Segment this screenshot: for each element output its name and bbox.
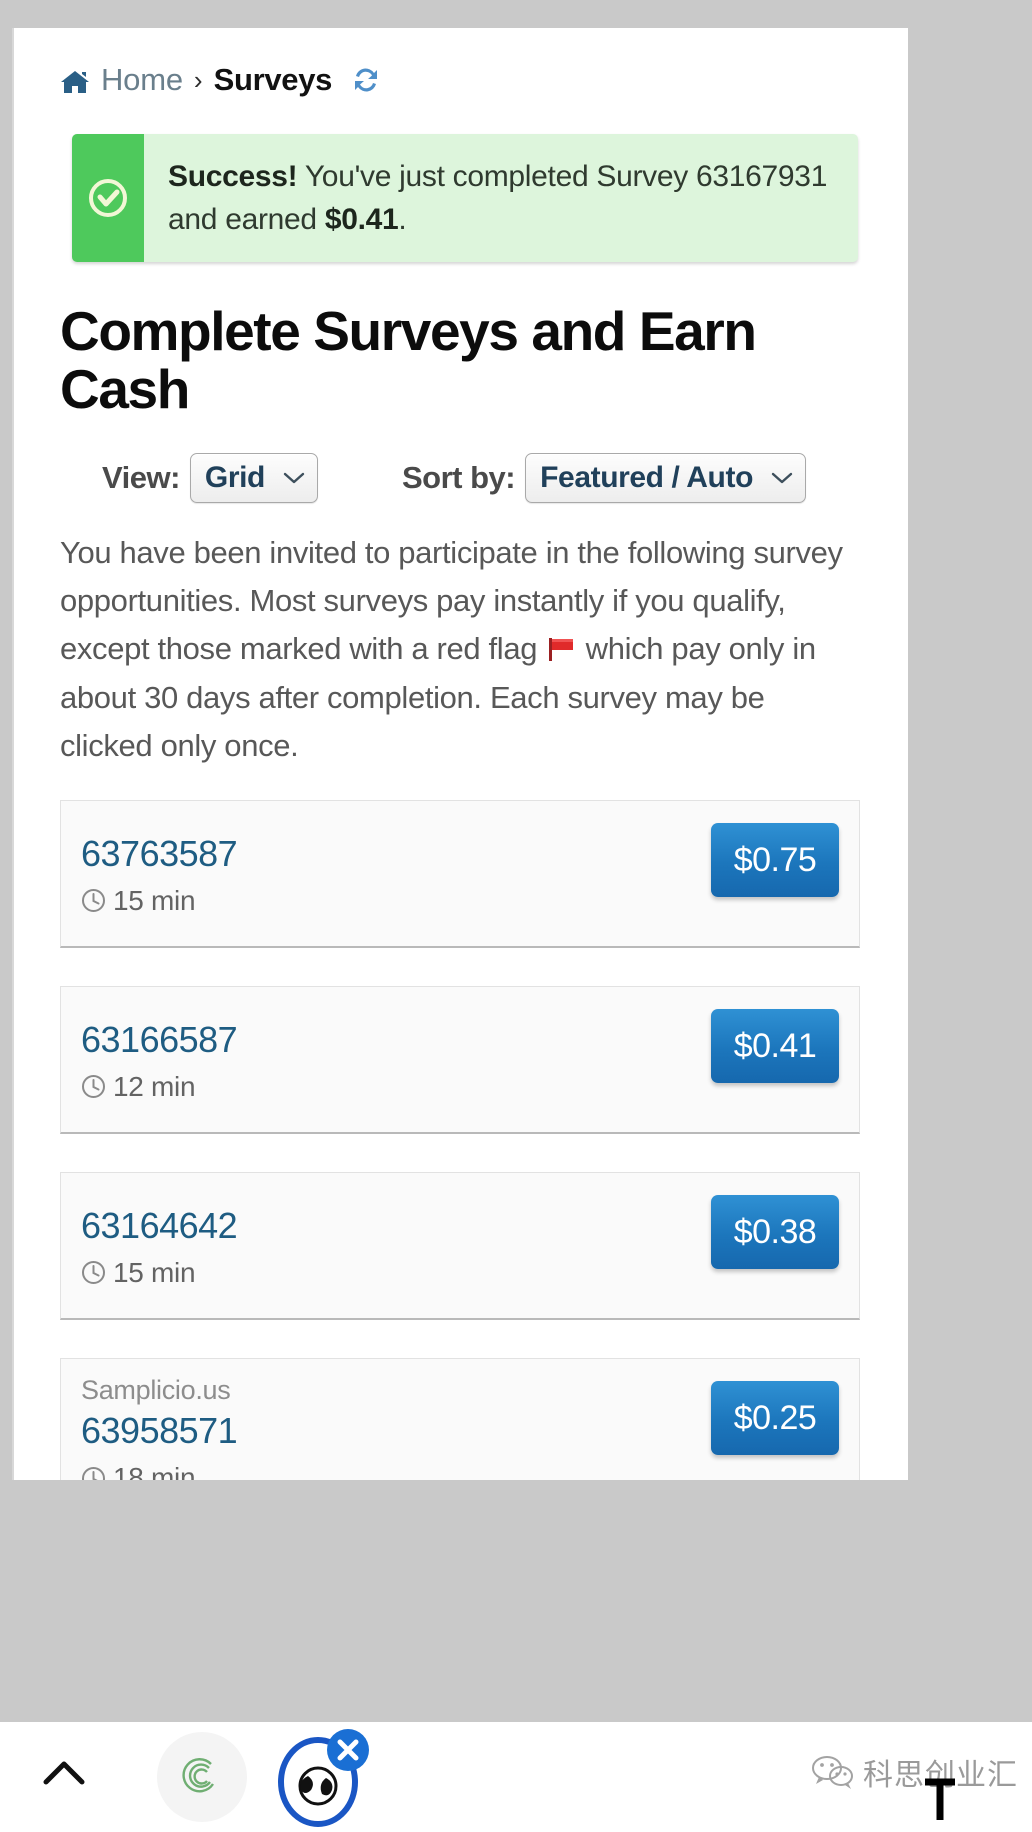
survey-card-action: $0.75 (711, 817, 839, 932)
survey-card-info: 63164642 15 min (79, 1189, 238, 1304)
survey-price-button[interactable]: $0.38 (711, 1195, 839, 1270)
survey-card[interactable]: 63164642 15 min $0.38 (60, 1172, 860, 1321)
left-chrome-strip (0, 0, 12, 1832)
breadcrumb-home-link[interactable]: Home (101, 62, 183, 98)
right-chrome-strip (908, 0, 1032, 1480)
survey-duration: 12 min (81, 1071, 237, 1103)
survey-card-action: $0.38 (711, 1189, 839, 1304)
chevron-down-icon (283, 471, 305, 485)
survey-duration-label: 15 min (113, 1256, 196, 1288)
sort-label: Sort by: (401, 459, 516, 495)
view-select-value: Grid (204, 460, 265, 494)
globe-icon[interactable] (268, 1724, 372, 1828)
screenshot-root: Home › Surveys Success! You've just comp… (0, 0, 1032, 1832)
survey-card-action: $0.41 (711, 1003, 839, 1118)
sort-select-value: Featured / Auto (540, 460, 754, 494)
top-chrome-strip (0, 0, 1032, 28)
survey-card[interactable]: Samplicio.us 63958571 18 min $0.25 (60, 1358, 860, 1480)
survey-duration: 18 min (81, 1462, 237, 1480)
refresh-icon[interactable] (351, 65, 381, 95)
clock-icon (81, 1260, 106, 1285)
survey-card-info: 63763587 15 min (79, 817, 238, 932)
chevron-up-icon[interactable] (42, 1756, 86, 1790)
page-content: Home › Surveys Success! You've just comp… (14, 28, 908, 1480)
sort-group: Sort by: Featured / Auto (401, 452, 807, 503)
survey-duration-label: 12 min (113, 1070, 196, 1102)
survey-duration: 15 min (81, 885, 237, 917)
survey-id[interactable]: 63958571 (81, 1410, 238, 1452)
alert-suffix: . (398, 203, 407, 237)
text-cursor-icon (921, 1774, 959, 1822)
survey-card[interactable]: 63166587 12 min $0.41 (60, 986, 860, 1135)
view-label: View: (102, 459, 180, 495)
survey-id[interactable]: 63763587 (81, 833, 238, 875)
survey-card-action: $0.25 (711, 1375, 839, 1480)
spiral-loading-icon[interactable] (157, 1732, 247, 1822)
survey-id[interactable]: 63166587 (81, 1019, 238, 1061)
survey-id[interactable]: 63164642 (81, 1205, 238, 1247)
watermark: 科思创业汇 (810, 1750, 1018, 1794)
wechat-icon (810, 1754, 854, 1790)
survey-price-button[interactable]: $0.75 (711, 823, 839, 898)
browser-viewport: Home › Surveys Success! You've just comp… (12, 28, 908, 1480)
list-controls: View: Grid Sort by: Featured / Auto (14, 452, 908, 503)
intro-paragraph: You have been invited to participate in … (60, 529, 860, 771)
survey-price-button[interactable]: $0.25 (711, 1381, 839, 1456)
survey-price-button[interactable]: $0.41 (711, 1009, 839, 1084)
red-flag-icon (546, 628, 576, 662)
view-select[interactable]: Grid (189, 452, 318, 503)
breadcrumb: Home › Surveys (14, 28, 908, 98)
clock-icon (81, 888, 106, 913)
clock-icon (81, 1074, 106, 1099)
survey-duration-label: 15 min (113, 884, 196, 916)
survey-card-info: 63166587 12 min (79, 1003, 238, 1118)
breadcrumb-separator: › (193, 64, 203, 95)
survey-duration: 15 min (81, 1257, 237, 1289)
survey-provider: Samplicio.us (81, 1375, 231, 1406)
chevron-down-icon (771, 471, 793, 485)
alert-accent-bar (72, 134, 144, 262)
survey-card-info: Samplicio.us 63958571 18 min (79, 1375, 238, 1480)
alert-amount: $0.41 (324, 203, 399, 237)
survey-card[interactable]: 63763587 15 min $0.75 (60, 800, 860, 949)
spiral-glyph (179, 1754, 225, 1800)
sort-select[interactable]: Featured / Auto (525, 452, 807, 503)
page-title: Complete Surveys and Earn Cash (60, 300, 757, 421)
clock-icon (81, 1466, 106, 1480)
home-icon[interactable] (60, 67, 90, 93)
alert-message: Success! You've just completed Survey 63… (144, 134, 858, 261)
check-circle-icon (87, 177, 129, 219)
alert-strong: Success! (168, 160, 298, 193)
breadcrumb-current: Surveys (213, 62, 333, 97)
success-alert: Success! You've just completed Survey 63… (72, 134, 858, 262)
browser-bottom-bar: 科思创业汇 (0, 1722, 1032, 1832)
survey-list: 63763587 15 min $0.75 63166587 12 min $0… (14, 800, 908, 1480)
survey-duration-label: 18 min (113, 1462, 196, 1480)
